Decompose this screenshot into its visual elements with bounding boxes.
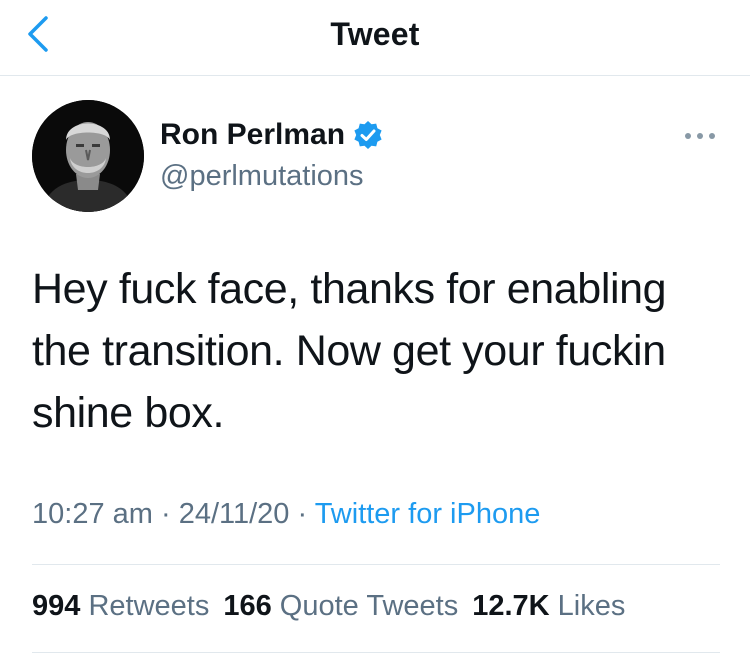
author-name[interactable]: Ron Perlman xyxy=(160,118,345,152)
tweet-line: Hey fuck face, thanks for enabling xyxy=(32,265,667,313)
likes-label: Likes xyxy=(557,590,626,622)
tweet-meta: 10:27 am · 24/11/20 · Twitter for iPhone xyxy=(32,498,540,531)
tweet-stats: 994 Retweets 166 Quote Tweets 12.7K Like… xyxy=(32,590,625,623)
tweet-time: 10:27 am xyxy=(32,498,153,530)
divider xyxy=(32,652,720,653)
verified-badge-icon xyxy=(354,121,382,149)
meta-separator: · xyxy=(152,498,179,530)
top-bar: Tweet xyxy=(0,0,750,76)
tweet-source-link[interactable]: Twitter for iPhone xyxy=(315,498,541,530)
tweet-line: the transition. Now get your fuckin xyxy=(32,327,666,375)
retweets-label: Retweets xyxy=(88,590,210,622)
quote-tweets-count: 166 xyxy=(223,590,272,622)
retweets-count: 994 xyxy=(32,590,81,622)
tweet-date: 24/11/20 xyxy=(178,498,290,530)
retweets-stat[interactable]: 994 Retweets xyxy=(32,590,209,623)
tweet-text: Hey fuck face, thanks for enabling the t… xyxy=(32,258,722,444)
more-options-icon[interactable] xyxy=(680,126,720,146)
page-title: Tweet xyxy=(330,16,420,52)
quote-tweets-label: Quote Tweets xyxy=(279,590,459,622)
likes-count: 12.7K xyxy=(472,590,550,622)
meta-separator: · xyxy=(289,498,315,530)
divider xyxy=(32,564,720,565)
quote-tweets-stat[interactable]: 166 Quote Tweets xyxy=(223,590,458,623)
likes-stat[interactable]: 12.7K Likes xyxy=(472,590,625,623)
avatar-photo xyxy=(32,100,144,212)
tweet-line: shine box. xyxy=(32,389,225,437)
avatar[interactable] xyxy=(32,100,144,212)
author-name-row[interactable]: Ron Perlman xyxy=(160,118,383,152)
author-handle[interactable]: @perlmutations xyxy=(160,160,364,193)
